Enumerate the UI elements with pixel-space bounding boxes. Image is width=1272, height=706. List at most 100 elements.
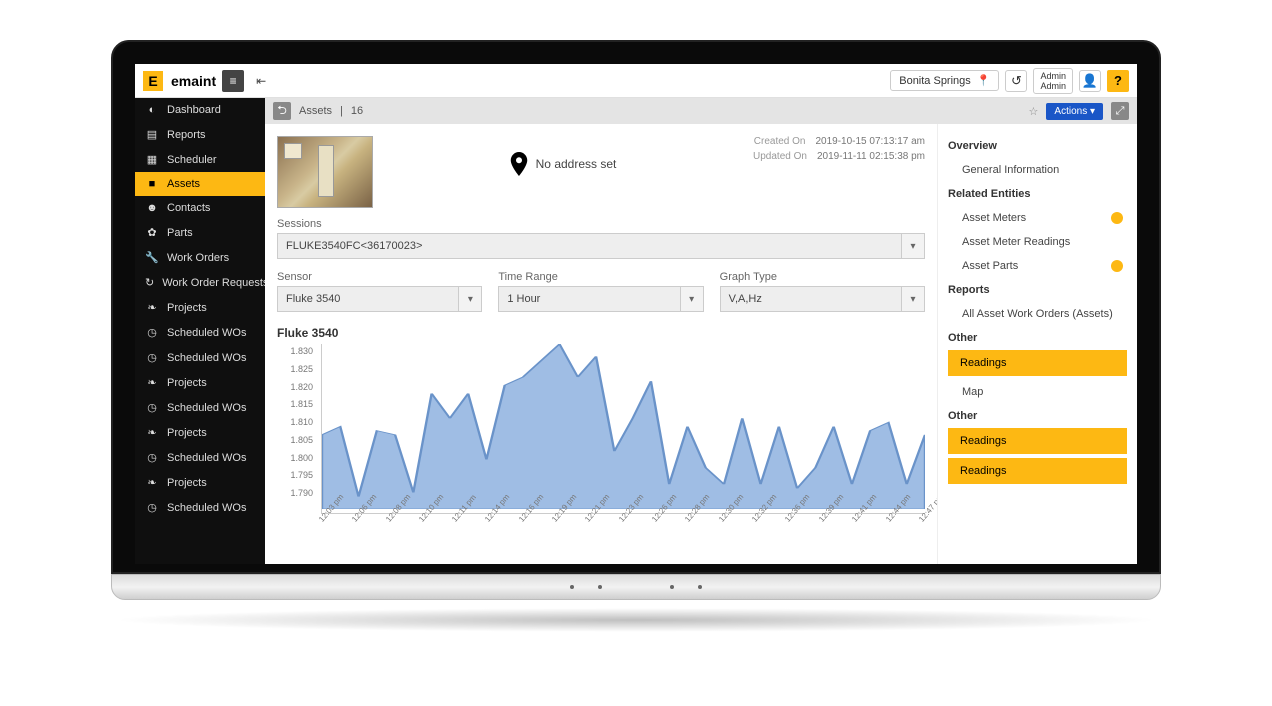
nav-icon: ❧ bbox=[145, 301, 159, 314]
nav-icon: ◐ bbox=[145, 104, 159, 116]
nav-label: Reports bbox=[167, 129, 206, 141]
nav-label: Scheduled WOs bbox=[167, 352, 246, 364]
asset-meter-readings-link[interactable]: Asset Meter Readings bbox=[948, 230, 1127, 254]
nav-icon: 🔧 bbox=[145, 251, 159, 264]
pin-icon: 📍 bbox=[977, 74, 991, 87]
related-heading: Related Entities bbox=[948, 188, 1127, 200]
chart-area[interactable] bbox=[321, 344, 925, 514]
nav-label: Scheduled WOs bbox=[167, 452, 246, 464]
sidebar-item-parts[interactable]: ✿ Parts bbox=[135, 220, 265, 245]
nav-label: Dashboard bbox=[167, 104, 221, 116]
right-panel: Overview General Information Related Ent… bbox=[937, 124, 1137, 564]
nav-label: Scheduled WOs bbox=[167, 402, 246, 414]
overview-heading: Overview bbox=[948, 140, 1127, 152]
sidebar-item-projects[interactable]: ❧Projects bbox=[135, 420, 265, 445]
nav-label: Parts bbox=[167, 227, 193, 239]
brand-logo: E bbox=[143, 71, 163, 91]
nav-label: Projects bbox=[167, 377, 207, 389]
sidebar-item-projects[interactable]: ❧ Projects bbox=[135, 470, 265, 495]
asset-parts-link[interactable]: Asset Parts bbox=[948, 254, 1127, 278]
range-label: Time Range bbox=[498, 271, 703, 283]
sidebar-item-scheduled-wos[interactable]: ◷ Scheduled WOs bbox=[135, 495, 265, 520]
breadcrumb-entity[interactable]: Assets bbox=[299, 105, 332, 117]
badge-icon bbox=[1111, 212, 1123, 224]
sidebar-item-dashboard[interactable]: ◐ Dashboard bbox=[135, 98, 265, 122]
badge-icon bbox=[1111, 260, 1123, 272]
breadcrumb-id: 16 bbox=[351, 105, 363, 117]
user-icon[interactable]: 👤 bbox=[1079, 70, 1101, 92]
updated-label: Updated On bbox=[753, 151, 807, 162]
address-block: No address set bbox=[397, 136, 729, 176]
readings-button-3[interactable]: Readings bbox=[948, 458, 1127, 484]
range-select[interactable]: 1 Hour bbox=[498, 286, 703, 312]
sidebar-item-scheduled-wos[interactable]: ◷Scheduled WOs bbox=[135, 345, 265, 370]
graph-select[interactable]: V,A,Hz bbox=[720, 286, 925, 312]
nav-label: Assets bbox=[167, 178, 200, 190]
location-chip[interactable]: Bonita Springs 📍 bbox=[890, 70, 999, 91]
nav-label: Projects bbox=[167, 477, 207, 489]
sensor-label: Sensor bbox=[277, 271, 482, 283]
back-icon[interactable]: ⮌ bbox=[273, 102, 291, 120]
asset-meters-link[interactable]: Asset Meters bbox=[948, 206, 1127, 230]
readings-button[interactable]: Readings bbox=[948, 350, 1127, 376]
history-icon[interactable]: ↺ bbox=[1005, 70, 1027, 92]
menu-toggle-icon[interactable]: ≡ bbox=[222, 70, 244, 92]
nav-label: Contacts bbox=[167, 202, 210, 214]
nav-icon: ❧ bbox=[145, 476, 159, 489]
other-heading: Other bbox=[948, 332, 1127, 344]
nav-label: Projects bbox=[167, 302, 207, 314]
nav-icon: ■ bbox=[145, 178, 159, 190]
map-pin-icon bbox=[510, 152, 528, 176]
sensor-select[interactable]: Fluke 3540 bbox=[277, 286, 482, 312]
sidebar-item-projects[interactable]: ❧ Projects bbox=[135, 370, 265, 395]
help-button[interactable]: ? bbox=[1107, 70, 1129, 92]
sidebar-item-scheduled-wos[interactable]: ◷ Scheduled WOs bbox=[135, 395, 265, 420]
nav-icon: ❧ bbox=[145, 426, 159, 439]
nav-icon: ◷ bbox=[145, 401, 159, 414]
nav-label: Scheduled WOs bbox=[167, 502, 246, 514]
favorite-icon[interactable]: ☆ bbox=[1029, 105, 1039, 118]
sidebar-item-work-orders[interactable]: 🔧 Work Orders bbox=[135, 245, 265, 270]
no-address-label: No address set bbox=[536, 157, 617, 171]
sidebar: ◐ Dashboard ▤Reports ▦ Scheduler ■ Assets ☻Cont… bbox=[135, 98, 265, 564]
sidebar-item-reports[interactable]: ▤Reports bbox=[135, 122, 265, 147]
nav-icon: ✿ bbox=[145, 226, 159, 239]
all-work-orders-link[interactable]: All Asset Work Orders (Assets) bbox=[948, 302, 1127, 326]
map-link[interactable]: Map bbox=[948, 380, 1127, 404]
nav-icon: ↻ bbox=[145, 276, 154, 289]
created-value: 2019-10-15 07:13:17 am bbox=[815, 136, 925, 147]
user-chip[interactable]: Admin Admin bbox=[1033, 68, 1073, 94]
nav-icon: ▦ bbox=[145, 153, 159, 166]
other2-heading: Other bbox=[948, 410, 1127, 422]
location-label: Bonita Springs bbox=[899, 75, 971, 87]
asset-photo[interactable] bbox=[277, 136, 373, 208]
created-label: Created On bbox=[754, 136, 806, 147]
nav-label: Scheduler bbox=[167, 154, 217, 166]
sidebar-item-assets[interactable]: ■ Assets bbox=[135, 172, 265, 196]
sidebar-item-work-order-requests[interactable]: ↻ Work Order Requests bbox=[135, 270, 265, 295]
sidebar-item-contacts[interactable]: ☻Contacts bbox=[135, 196, 265, 220]
sidebar-item-scheduler[interactable]: ▦ Scheduler bbox=[135, 147, 265, 172]
nav-icon: ◷ bbox=[145, 326, 159, 339]
breadcrumb-bar: ⮌ Assets | 16 ☆ Actions ▾ ⤢ bbox=[265, 98, 1137, 124]
sidebar-item-scheduled-wos[interactable]: ◷Scheduled WOs bbox=[135, 320, 265, 345]
actions-button[interactable]: Actions ▾ bbox=[1046, 103, 1103, 120]
chart-title: Fluke 3540 bbox=[277, 326, 925, 340]
collapse-icon[interactable]: ⇤ bbox=[250, 70, 272, 92]
top-bar: E emaint ≡ ⇤ Bonita Springs 📍 ↺ Admin Ad… bbox=[135, 64, 1137, 98]
general-info-link[interactable]: General Information bbox=[948, 158, 1127, 182]
breadcrumb-sep: | bbox=[340, 105, 343, 117]
sessions-label: Sessions bbox=[277, 218, 925, 230]
nav-label: Work Order Requests bbox=[162, 277, 265, 289]
sidebar-item-projects[interactable]: ❧ Projects bbox=[135, 295, 265, 320]
sidebar-item-scheduled-wos[interactable]: ◷Scheduled WOs bbox=[135, 445, 265, 470]
readings-button-2[interactable]: Readings bbox=[948, 428, 1127, 454]
nav-icon: ◷ bbox=[145, 501, 159, 514]
y-axis-ticks: 1.8301.8251.8201.8151.8101.8051.8001.795… bbox=[277, 344, 317, 514]
nav-icon: ❧ bbox=[145, 376, 159, 389]
reports-heading: Reports bbox=[948, 284, 1127, 296]
sessions-select[interactable]: FLUKE3540FC<36170023> bbox=[277, 233, 925, 259]
nav-label: Work Orders bbox=[167, 252, 229, 264]
expand-icon[interactable]: ⤢ bbox=[1111, 102, 1129, 120]
brand-name: emaint bbox=[171, 73, 216, 89]
